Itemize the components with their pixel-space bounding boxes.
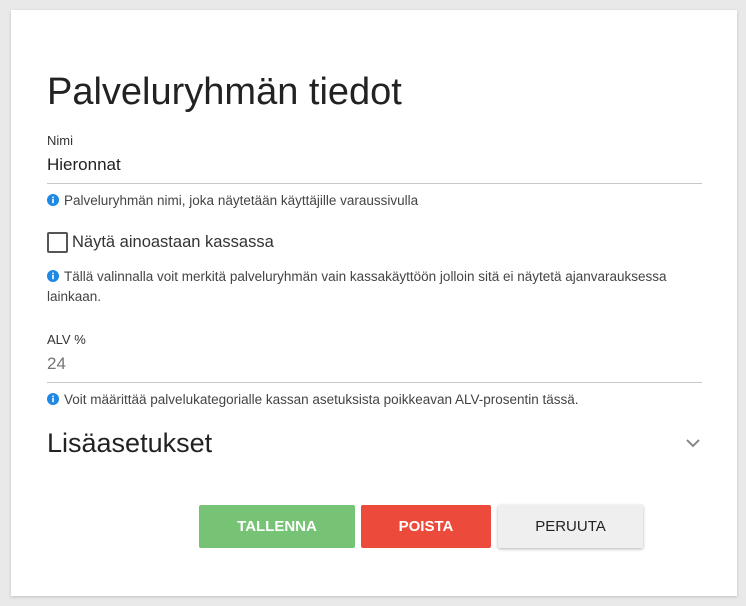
advanced-settings-title: Lisäasetukset — [47, 427, 213, 458]
vat-field: ALV % — [47, 332, 702, 383]
name-input[interactable] — [47, 149, 702, 184]
save-button[interactable]: TALLENNA — [199, 505, 355, 548]
chevron-down-icon[interactable] — [684, 434, 702, 452]
vat-field-label: ALV % — [47, 332, 86, 347]
checkout-only-hint: Tällä valinnalla voit merkitä palveluryh… — [47, 267, 667, 307]
advanced-settings-header[interactable]: Lisäasetukset — [47, 425, 702, 461]
page-title: Palveluryhmän tiedot — [47, 71, 402, 113]
info-icon — [47, 393, 59, 405]
checkout-only-checkbox[interactable] — [47, 232, 68, 253]
cancel-button[interactable]: PERUUTA — [498, 505, 643, 548]
checkout-only-hint-text: Tällä valinnalla voit merkitä palveluryh… — [47, 269, 667, 304]
info-icon — [47, 194, 59, 206]
vat-hint-text: Voit määrittää palvelukategorialle kassa… — [64, 392, 579, 407]
vat-input[interactable] — [47, 348, 702, 383]
delete-button[interactable]: POISTA — [361, 505, 491, 548]
name-field: Nimi — [47, 133, 702, 184]
name-hint-text: Palveluryhmän nimi, joka näytetään käytt… — [64, 193, 419, 208]
vat-hint: Voit määrittää palvelukategorialle kassa… — [47, 390, 667, 410]
name-hint: Palveluryhmän nimi, joka näytetään käytt… — [47, 191, 667, 211]
checkout-only-row[interactable]: Näytä ainoastaan kassassa — [47, 232, 274, 253]
info-icon — [47, 270, 59, 282]
service-group-card: Palveluryhmän tiedot Nimi Palveluryhmän … — [11, 10, 737, 596]
checkout-only-label[interactable]: Näytä ainoastaan kassassa — [72, 233, 274, 252]
name-field-label: Nimi — [47, 133, 73, 148]
